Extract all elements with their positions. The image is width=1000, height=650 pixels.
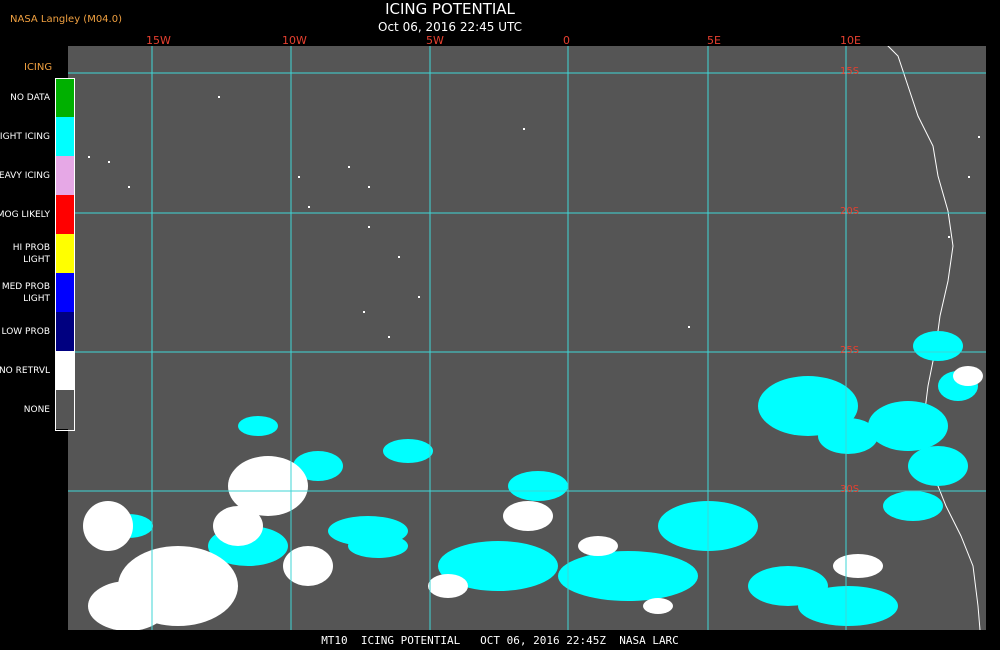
legend-label: MOG LIKELY: [0, 209, 50, 220]
legend-label: HI PROB LIGHT: [12, 242, 50, 265]
map-graphics: [68, 46, 986, 630]
legend-label: HEAVY ICING: [0, 170, 50, 181]
page-title: ICING POTENTIAL: [385, 0, 515, 18]
footer-caption: MT10 ICING POTENTIAL OCT 06, 2016 22:45Z…: [321, 634, 679, 647]
legend-label: NO DATA: [10, 92, 50, 103]
legend-label: NIGHT ICING: [0, 131, 50, 142]
graticule: [68, 46, 986, 630]
lat-label-30s: 30S: [840, 484, 860, 495]
legend-label: MED PROB LIGHT: [1, 281, 50, 304]
satellite-map[interactable]: [68, 46, 986, 630]
legend-title: ICING: [24, 62, 53, 73]
timestamp-subtitle: Oct 06, 2016 22:45 UTC: [378, 20, 522, 34]
legend-label: LOW PROB: [1, 326, 50, 337]
legend-label: NONE: [23, 404, 50, 415]
legend-label: NO RETRVL: [0, 365, 50, 376]
lat-label-15s: 15S: [840, 66, 860, 77]
lat-label-20s: 20S: [840, 206, 860, 217]
legend-border: [55, 78, 75, 431]
lat-label-25s: 25S: [840, 345, 860, 356]
